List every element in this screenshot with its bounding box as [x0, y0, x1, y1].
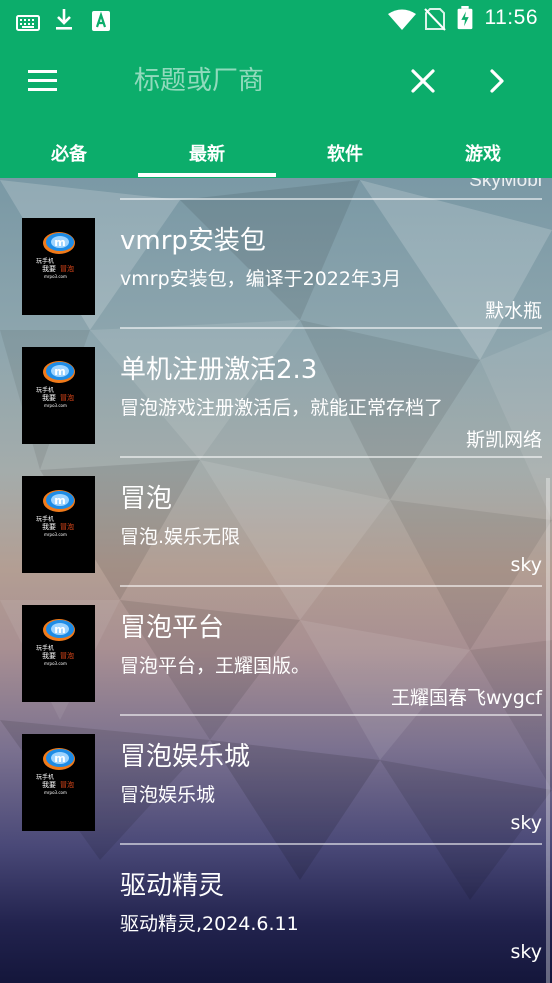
app-screen: 11:56 必备 最新 软件 游戏 SkyMobi — [0, 0, 552, 983]
list-item-description: 冒泡平台，王耀国版。 — [120, 655, 311, 677]
tab-software[interactable]: 软件 — [276, 124, 414, 178]
list-item[interactable]: m 玩手机 我要 冒泡 mrpo3.com 冒泡 冒泡.娱乐无限 sky — [0, 436, 552, 576]
app-toolbar — [0, 38, 552, 124]
download-icon — [56, 9, 72, 30]
list-item[interactable]: 驱动精灵 驱动精灵,2024.6.11 sky — [0, 823, 552, 963]
list-item-author: sky — [510, 941, 542, 963]
search-input[interactable] — [122, 58, 416, 104]
svg-text:m: m — [54, 365, 65, 378]
status-bar: 11:56 — [0, 0, 552, 38]
list-item-description: vmrp安装包，编译于2022年3月 — [120, 268, 402, 290]
tab-games[interactable]: 游戏 — [414, 124, 552, 178]
keyboard-icon — [16, 15, 40, 31]
menu-button[interactable] — [18, 62, 62, 100]
mrp-logo-icon: m — [43, 619, 75, 641]
svg-text:m: m — [54, 236, 65, 249]
category-tabs: 必备 最新 软件 游戏 — [0, 124, 552, 178]
list-item[interactable]: m 玩手机 我要 冒泡 mrpo3.com 冒泡娱乐城 冒泡娱乐城 sky — [0, 694, 552, 834]
scrollbar[interactable] — [546, 478, 550, 983]
app-thumbnail: m 玩手机 我要 冒泡 mrpo3.com — [22, 476, 95, 573]
list-item-description: 冒泡游戏注册激活后，就能正常存档了 — [120, 397, 444, 419]
wifi-icon — [388, 9, 416, 30]
battery-charging-icon — [457, 6, 473, 30]
app-thumbnail: m 玩手机 我要 冒泡 mrpo3.com — [22, 218, 95, 315]
app-list[interactable]: SkyMobi m 玩手机 我要 冒泡 mrpo3.com vmrp安装包 vm… — [0, 178, 552, 983]
list-item-description: 冒泡娱乐城 — [120, 784, 216, 806]
app-thumbnail: m 玩手机 我要 冒泡 mrpo3.com — [22, 734, 95, 831]
app-thumbnail: m 玩手机 我要 冒泡 mrpo3.com — [22, 605, 95, 702]
hamburger-icon — [28, 70, 57, 73]
tab-essential[interactable]: 必备 — [0, 124, 138, 178]
no-sim-icon — [424, 8, 446, 31]
android-a-icon — [92, 11, 110, 31]
list-item-title: 冒泡娱乐城 — [120, 742, 251, 772]
list-item-title: 单机注册激活2.3 — [120, 355, 318, 385]
tab-latest[interactable]: 最新 — [138, 124, 276, 178]
mrp-logo-icon: m — [43, 361, 75, 383]
list-item-title: vmrp安装包 — [120, 226, 266, 256]
app-thumbnail: m 玩手机 我要 冒泡 mrpo3.com — [22, 347, 95, 444]
mrp-logo-icon: m — [43, 490, 75, 512]
status-time: 11:56 — [484, 6, 538, 29]
svg-text:m: m — [54, 623, 65, 636]
list-item-title: 冒泡平台 — [120, 613, 225, 643]
svg-text:m: m — [54, 494, 65, 507]
close-icon[interactable] — [400, 58, 446, 104]
list-item-description: 冒泡.娱乐无限 — [120, 526, 241, 548]
list-item-title: 驱动精灵 — [120, 871, 225, 901]
mrp-logo-icon: m — [43, 232, 75, 254]
list-item[interactable]: m 玩手机 我要 冒泡 mrpo3.com 冒泡平台 冒泡平台，王耀国版。 王耀… — [0, 565, 552, 709]
list-item-title: 冒泡 — [120, 484, 173, 514]
svg-text:m: m — [54, 752, 65, 765]
list-item[interactable]: m 玩手机 我要 冒泡 mrpo3.com vmrp安装包 vmrp安装包，编译… — [0, 178, 552, 322]
list-item[interactable]: m 玩手机 我要 冒泡 mrpo3.com 单机注册激活2.3 冒泡游戏注册激活… — [0, 307, 552, 451]
mrp-logo-icon: m — [43, 748, 75, 770]
list-item-description: 驱动精灵,2024.6.11 — [120, 913, 299, 935]
chevron-right-icon[interactable] — [474, 58, 520, 104]
